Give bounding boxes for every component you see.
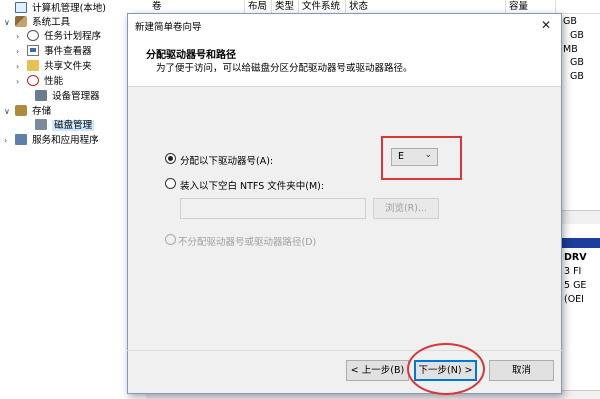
- tree-item-computer-management[interactable]: 计算机管理(本地): [4, 2, 106, 16]
- capacity-cell: GB: [570, 57, 584, 68]
- chevron-right-icon[interactable]: ›: [4, 134, 12, 148]
- chevron-down-icon[interactable]: ∨: [4, 105, 12, 119]
- assign-letter-radio[interactable]: [165, 153, 176, 164]
- footer-divider: [127, 350, 562, 351]
- no-assign-radio[interactable]: [165, 234, 176, 245]
- tree-item-event-viewer[interactable]: › 事件查看器: [16, 45, 92, 59]
- chevron-right-icon[interactable]: ›: [16, 45, 24, 59]
- chevron-right-icon[interactable]: ›: [16, 75, 24, 89]
- tree-item-system-tools[interactable]: ∨ 系统工具: [4, 16, 70, 30]
- mount-folder-radio[interactable]: [165, 178, 176, 189]
- back-button[interactable]: < 上一步(B): [346, 360, 409, 381]
- column-header-status[interactable]: 状态: [346, 0, 506, 14]
- capacity-cell: GB: [570, 71, 584, 82]
- tree-item-label: 计算机管理(本地): [32, 3, 106, 14]
- tree-item-performance[interactable]: › 性能: [16, 75, 63, 89]
- partition-status: (OEI: [564, 294, 584, 305]
- clock-icon: [27, 30, 40, 41]
- tools-icon: [15, 16, 28, 27]
- tree-item-label: 设备管理器: [52, 91, 100, 102]
- shared-folder-icon: [27, 60, 40, 71]
- chevron-down-icon: ⌄: [424, 150, 432, 160]
- capacity-cell: GB: [563, 16, 577, 27]
- dialog-title: 新建简单卷向导: [135, 22, 202, 33]
- column-header-type[interactable]: 类型: [272, 0, 299, 14]
- disk-partition-header-bar: [562, 238, 600, 248]
- tree-item-label: 性能: [44, 76, 64, 87]
- column-header-layout[interactable]: 布局: [245, 0, 272, 14]
- chevron-right-icon[interactable]: ›: [16, 30, 24, 44]
- column-header-volume[interactable]: 卷: [149, 0, 245, 14]
- mount-folder-label[interactable]: 装入以下空白 NTFS 文件夹中(M):: [180, 178, 324, 192]
- wizard-header: 分配驱动器号和路径 为了便于访问，可以给磁盘分区分配驱动器号或驱动器路径。: [128, 36, 561, 87]
- partition-size: 3 FI: [564, 266, 582, 277]
- tree-item-disk-management[interactable]: 磁盘管理: [24, 119, 95, 133]
- drive-letter-value: E: [398, 151, 405, 162]
- tree-item-label: 存储: [32, 106, 52, 117]
- tree-item-device-manager[interactable]: 设备管理器: [24, 90, 100, 104]
- cancel-button[interactable]: 取消: [489, 360, 554, 381]
- no-assign-label[interactable]: 不分配驱动器号或驱动器路径(D): [178, 234, 316, 248]
- navigation-tree: 计算机管理(本地) ∨ 系统工具 › 任务计划程序 › 事件查看器 › 共享文件…: [0, 0, 146, 399]
- tree-item-label: 磁盘管理: [52, 120, 95, 131]
- chevron-right-icon[interactable]: ›: [16, 60, 24, 74]
- wizard-step-title: 分配驱动器号和路径: [146, 50, 236, 61]
- partition-status: 5 GE: [564, 280, 587, 291]
- column-header-capacity[interactable]: 容量: [506, 0, 556, 14]
- wizard-step-description: 为了便于访问，可以给磁盘分区分配驱动器号或驱动器路径。: [156, 63, 413, 74]
- volume-table-header: 卷 布局 类型 文件系统 状态 容量: [146, 0, 600, 14]
- tree-item-shared-folders[interactable]: › 共享文件夹: [16, 60, 92, 74]
- computer-icon: [15, 2, 28, 13]
- tree-item-storage[interactable]: ∨ 存储: [4, 105, 51, 119]
- performance-icon: [27, 75, 40, 86]
- capacity-cell: GB: [570, 30, 584, 41]
- tree-item-services-apps[interactable]: › 服务和应用程序: [4, 134, 99, 148]
- next-button-highlight: [407, 343, 485, 395]
- capacity-cell: MB: [563, 44, 578, 55]
- tree-item-label: 事件查看器: [44, 46, 92, 57]
- device-manager-icon: [35, 90, 48, 101]
- tree-item-task-scheduler[interactable]: › 任务计划程序: [16, 30, 101, 44]
- mount-path-input[interactable]: [180, 198, 366, 219]
- dialog-titlebar[interactable]: 新建简单卷向导 ✕: [128, 14, 561, 36]
- chevron-down-icon[interactable]: ∨: [4, 16, 12, 30]
- tree-item-label: 任务计划程序: [44, 31, 102, 42]
- browse-button[interactable]: 浏览(R)...: [373, 198, 439, 219]
- horizontal-scrollbar[interactable]: [560, 210, 600, 224]
- tree-item-label: 系统工具: [32, 17, 71, 28]
- tree-item-label: 服务和应用程序: [32, 135, 99, 146]
- column-header-filesystem[interactable]: 文件系统: [299, 0, 346, 14]
- event-viewer-icon: [27, 45, 40, 56]
- drive-letter-dropdown[interactable]: E ⌄: [391, 148, 438, 166]
- services-icon: [15, 134, 28, 145]
- close-icon[interactable]: ✕: [535, 16, 557, 34]
- disk-partition-panel: DRV 3 FI 5 GE (OEI: [561, 248, 600, 398]
- storage-icon: [15, 105, 28, 116]
- tree-item-label: 共享文件夹: [44, 61, 92, 72]
- assign-letter-label[interactable]: 分配以下驱动器号(A):: [180, 153, 273, 167]
- disk-management-icon: [35, 119, 48, 130]
- partition-label: DRV: [564, 252, 587, 263]
